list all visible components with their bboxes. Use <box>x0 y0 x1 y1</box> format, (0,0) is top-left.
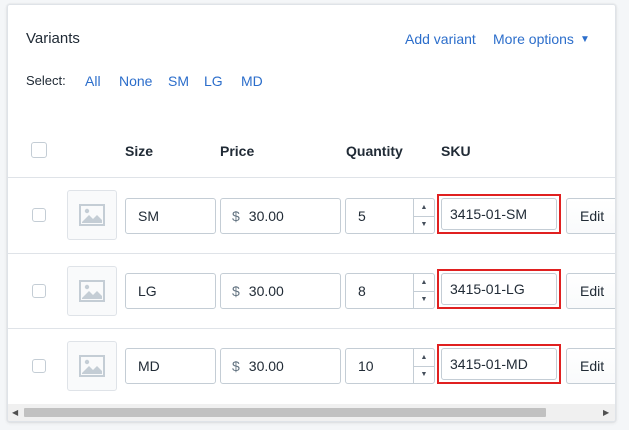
variant-checkbox[interactable] <box>32 208 46 222</box>
size-value: SM <box>138 208 159 224</box>
more-options-label: More options <box>493 31 574 47</box>
select-label: Select: <box>26 73 66 88</box>
currency-symbol: $ <box>232 283 240 299</box>
size-value: MD <box>138 358 160 374</box>
column-header-price: Price <box>220 143 255 159</box>
sku-input[interactable]: 3415-01-LG <box>441 273 557 305</box>
edit-label: Edit <box>580 208 605 224</box>
price-input[interactable]: $ 30.00 <box>220 273 341 309</box>
more-options-button[interactable]: More options ▼ <box>493 31 590 47</box>
sku-input[interactable]: 3415-01-SM <box>441 198 557 230</box>
spinner-down-icon[interactable]: ▼ <box>414 215 434 234</box>
spinner-up-icon[interactable]: ▲ <box>414 349 434 366</box>
currency-symbol: $ <box>232 208 240 224</box>
currency-symbol: $ <box>232 358 240 374</box>
size-input[interactable]: MD <box>125 348 216 384</box>
sku-highlight: 3415-01-LG <box>437 269 561 309</box>
quantity-spinner[interactable]: ▲ ▼ <box>413 199 434 233</box>
quantity-value: 8 <box>358 283 366 299</box>
variant-image[interactable] <box>67 266 117 316</box>
image-placeholder-icon <box>79 204 105 226</box>
sku-value: 3415-01-MD <box>450 356 528 372</box>
price-value: 30.00 <box>248 208 284 224</box>
quantity-stepper[interactable]: 10 ▲ ▼ <box>345 348 435 384</box>
caret-down-icon: ▼ <box>579 33 590 45</box>
select-none-link[interactable]: None <box>119 73 152 89</box>
select-lg-link[interactable]: LG <box>204 73 223 89</box>
sku-highlight: 3415-01-MD <box>437 344 561 384</box>
edit-label: Edit <box>580 283 605 299</box>
quantity-stepper[interactable]: 8 ▲ ▼ <box>345 273 435 309</box>
size-input[interactable]: LG <box>125 273 216 309</box>
sku-value: 3415-01-LG <box>450 281 525 297</box>
size-value: LG <box>138 283 157 299</box>
variants-card: Variants Add variant More options ▼ Sele… <box>7 4 616 422</box>
quantity-spinner[interactable]: ▲ ▼ <box>413 274 434 308</box>
variant-image[interactable] <box>67 190 117 240</box>
row-divider <box>8 328 615 329</box>
sku-value: 3415-01-SM <box>450 206 528 222</box>
quantity-spinner[interactable]: ▲ ▼ <box>413 349 434 383</box>
edit-button[interactable]: Edit <box>566 198 615 234</box>
sku-input[interactable]: 3415-01-MD <box>441 348 557 380</box>
row-divider <box>8 177 615 178</box>
price-input[interactable]: $ 30.00 <box>220 348 341 384</box>
spinner-down-icon[interactable]: ▼ <box>414 365 434 384</box>
size-input[interactable]: SM <box>125 198 216 234</box>
card-title: Variants <box>26 30 80 47</box>
add-variant-link[interactable]: Add variant <box>405 31 476 47</box>
select-all-link[interactable]: All <box>85 73 101 89</box>
select-sm-link[interactable]: SM <box>168 73 189 89</box>
price-value: 30.00 <box>248 358 284 374</box>
variant-image[interactable] <box>67 341 117 391</box>
variant-checkbox[interactable] <box>32 284 46 298</box>
price-value: 30.00 <box>248 283 284 299</box>
edit-button[interactable]: Edit <box>566 273 615 309</box>
edit-label: Edit <box>580 358 605 374</box>
spinner-up-icon[interactable]: ▲ <box>414 274 434 291</box>
variant-checkbox[interactable] <box>32 359 46 373</box>
spinner-down-icon[interactable]: ▼ <box>414 290 434 309</box>
price-input[interactable]: $ 30.00 <box>220 198 341 234</box>
horizontal-scrollbar[interactable]: ◀ ▶ <box>8 404 615 421</box>
image-placeholder-icon <box>79 280 105 302</box>
column-header-quantity: Quantity <box>346 143 403 159</box>
quantity-value: 10 <box>358 358 374 374</box>
select-md-link[interactable]: MD <box>241 73 263 89</box>
scroll-left-icon[interactable]: ◀ <box>12 408 18 417</box>
quantity-value: 5 <box>358 208 366 224</box>
spinner-up-icon[interactable]: ▲ <box>414 199 434 216</box>
sku-highlight: 3415-01-SM <box>437 194 561 234</box>
edit-button[interactable]: Edit <box>566 348 615 384</box>
scrollbar-thumb[interactable] <box>24 408 546 417</box>
image-placeholder-icon <box>79 355 105 377</box>
select-all-checkbox[interactable] <box>31 142 47 158</box>
row-divider <box>8 253 615 254</box>
column-header-sku: SKU <box>441 143 471 159</box>
scroll-right-icon[interactable]: ▶ <box>603 408 609 417</box>
column-header-size: Size <box>125 143 154 159</box>
quantity-stepper[interactable]: 5 ▲ ▼ <box>345 198 435 234</box>
